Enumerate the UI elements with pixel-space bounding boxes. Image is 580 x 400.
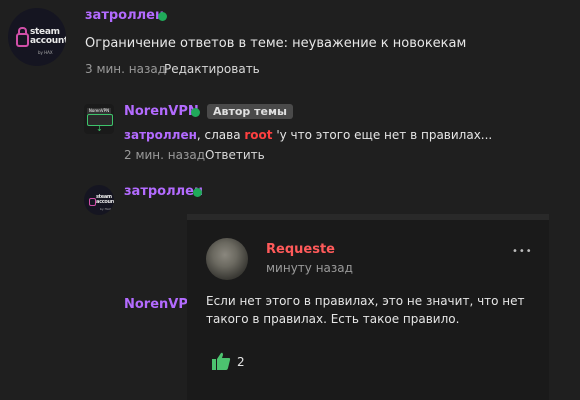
download-arrow-icon: ↓	[96, 124, 103, 133]
lock-icon	[16, 33, 29, 47]
post-author[interactable]: NorenVPN	[124, 104, 199, 119]
quote-text: Если нет этого в правилах, это не значит…	[206, 294, 525, 326]
mention[interactable]: root	[244, 128, 272, 142]
thumbs-up-icon	[212, 352, 231, 370]
quote-author[interactable]: Requeste	[266, 242, 335, 257]
post-author[interactable]: затроллен	[85, 8, 164, 23]
avatar-logo-text: steam accounts	[30, 27, 66, 47]
message-text: 'у что этого еще нет в правилах...	[272, 128, 493, 142]
post-author[interactable]: затроллен	[124, 184, 203, 199]
online-dot-icon	[193, 188, 202, 197]
avatar[interactable]: NorenVPN ↓	[84, 104, 114, 134]
post-time: 2 мин. назад	[124, 148, 206, 162]
avatar-logo-text: steam accounts	[96, 194, 114, 206]
mention[interactable]: затроллен	[124, 128, 197, 142]
post-message: Ограничение ответов в теме: неуважение к…	[85, 36, 467, 51]
lock-icon	[89, 198, 96, 206]
more-icon[interactable]: •••	[512, 246, 533, 257]
quote-box: Requeste минуту назад ••• Если нет этого…	[187, 214, 549, 400]
online-dot-icon	[191, 108, 200, 117]
post-time: 3 мин. назад	[85, 62, 167, 76]
avatar[interactable]: steam accounts by HAX	[84, 185, 114, 215]
avatar-logo-small: by HAX	[100, 207, 111, 211]
like-count: 2	[237, 355, 245, 369]
post-message: затроллен, слава root 'у что этого еще н…	[124, 128, 492, 142]
quote-divider	[187, 214, 549, 220]
like-button[interactable]	[211, 351, 235, 373]
reply-button[interactable]: Ответить	[205, 148, 265, 162]
online-dot-icon	[158, 12, 167, 21]
message-text: , слава	[196, 128, 245, 142]
avatar-logo-small: by HAX	[38, 50, 53, 55]
quote-time: минуту назад	[266, 261, 353, 275]
author-badge: Автор темы	[207, 104, 293, 119]
lock-shackle-icon	[18, 27, 27, 35]
avatar[interactable]: steam accounts by HAX	[8, 8, 66, 66]
avatar[interactable]	[206, 238, 248, 280]
edit-button[interactable]: Редактировать	[164, 62, 260, 76]
